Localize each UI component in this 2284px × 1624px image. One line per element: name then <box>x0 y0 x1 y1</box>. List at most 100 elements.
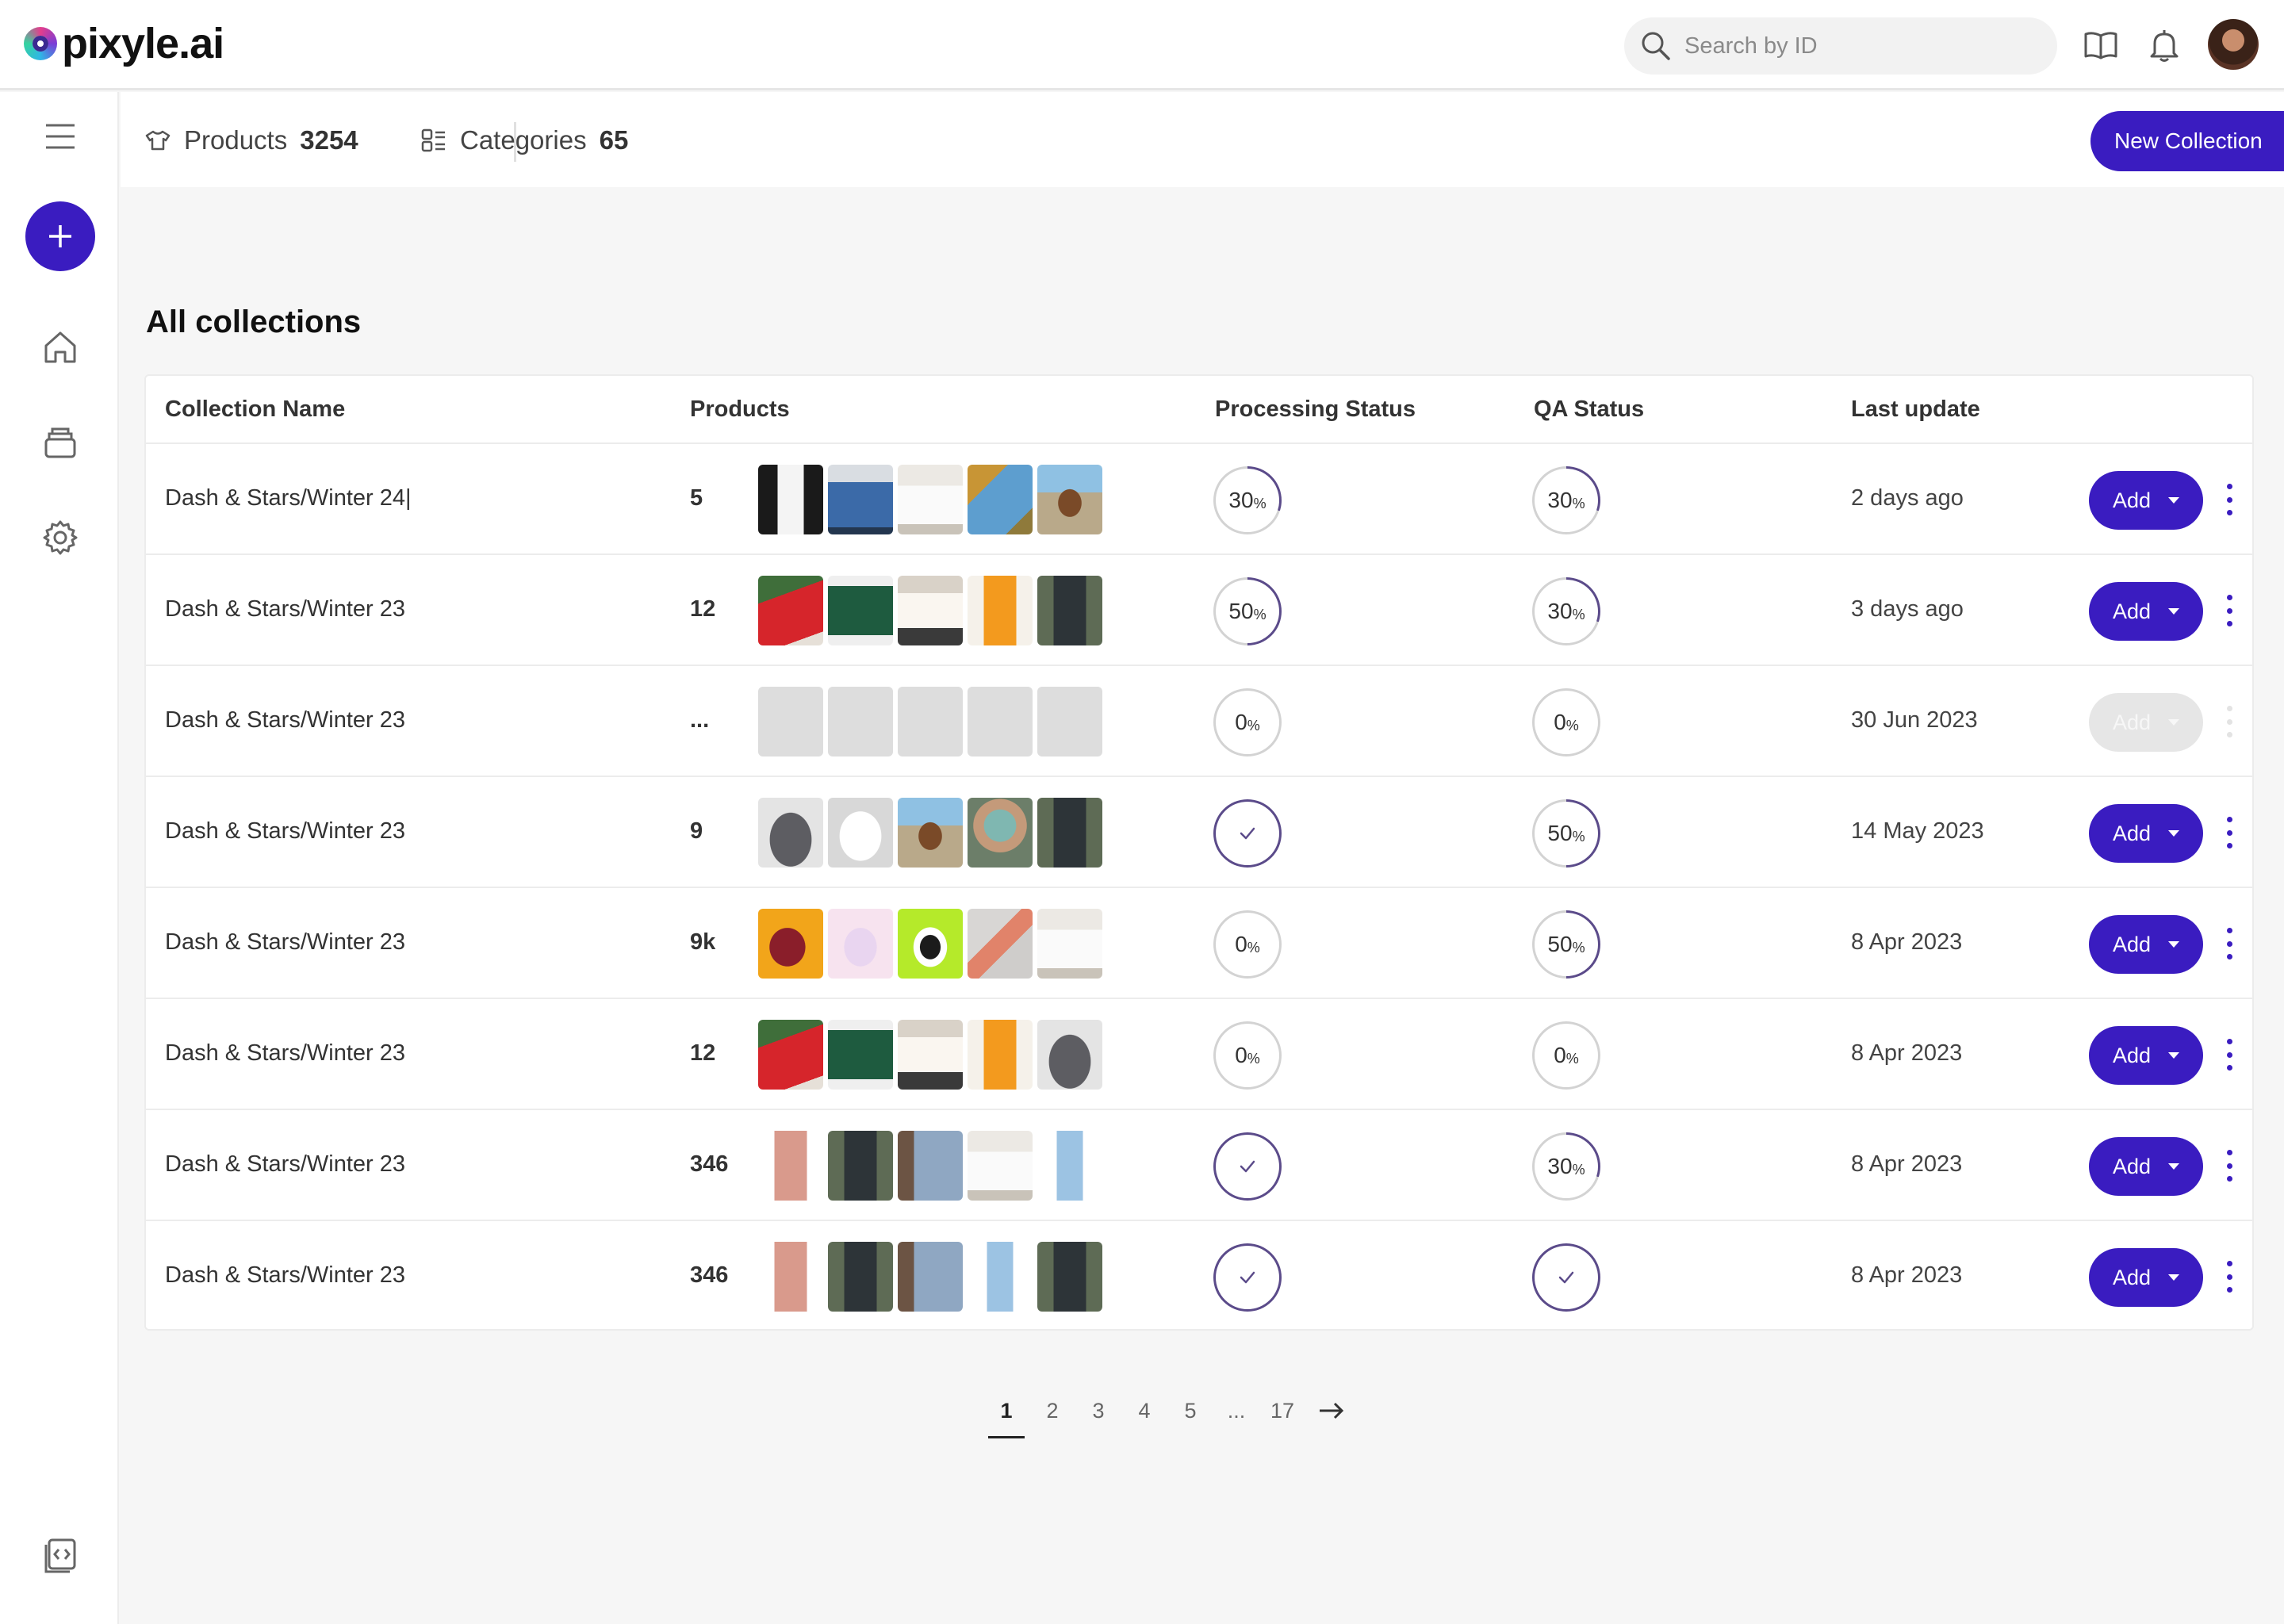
collection-name[interactable]: Dash & Stars/Winter 23 <box>165 929 405 956</box>
product-thumbnail[interactable] <box>968 576 1033 645</box>
collection-name[interactable]: Dash & Stars/Winter 23 <box>165 707 405 733</box>
more-options-icon[interactable] <box>2217 928 2241 959</box>
new-collection-button[interactable]: New Collection <box>2090 111 2284 171</box>
next-page-arrow-icon[interactable] <box>1309 1394 1355 1438</box>
hamburger-menu-icon[interactable] <box>40 116 81 157</box>
product-thumbnail[interactable] <box>828 1131 893 1201</box>
product-thumbnail[interactable] <box>898 1020 963 1090</box>
add-button[interactable]: Add <box>2089 582 2203 641</box>
product-thumbnail[interactable] <box>968 1242 1033 1312</box>
table-row[interactable]: Dash & Stars/Winter 23 12 50% 30% 3 days ago… <box>146 555 2252 666</box>
page-link[interactable]: 4 <box>1121 1394 1167 1438</box>
product-thumbnail[interactable] <box>898 576 963 645</box>
collection-name[interactable]: Dash & Stars/Winter 23 <box>165 596 405 622</box>
product-thumbnail[interactable] <box>1037 909 1102 979</box>
more-options-icon[interactable] <box>2217 484 2241 515</box>
product-thumbnail[interactable] <box>1037 576 1102 645</box>
complete-status <box>1216 1246 1279 1309</box>
product-thumbnail[interactable] <box>758 1131 823 1201</box>
product-thumbnail[interactable] <box>968 909 1033 979</box>
table-row[interactable]: Dash & Stars/Winter 23 9k 0% 50% 8 Apr 2023 A… <box>146 888 2252 999</box>
product-thumbnail[interactable] <box>828 909 893 979</box>
product-thumbnail[interactable] <box>898 798 963 868</box>
product-thumbnail[interactable] <box>828 576 893 645</box>
add-button[interactable]: Add <box>2089 1248 2203 1307</box>
thumbnail-placeholder <box>898 687 963 756</box>
add-button[interactable]: Add <box>2089 1137 2203 1196</box>
more-options-icon[interactable] <box>2217 817 2241 848</box>
product-thumbnails <box>758 1020 1102 1090</box>
product-thumbnail[interactable] <box>758 1242 823 1312</box>
collection-name[interactable]: Dash & Stars/Winter 23 <box>165 1040 405 1067</box>
collection-name[interactable]: Dash & Stars/Winter 23 <box>165 1262 405 1289</box>
add-label: Add <box>2113 821 2152 845</box>
product-thumbnail[interactable] <box>898 1131 963 1201</box>
table-row[interactable]: Dash & Stars/Winter 23... 0% 0% 30 Jun 2023… <box>146 666 2252 777</box>
product-thumbnail[interactable] <box>898 465 963 534</box>
product-thumbnail[interactable] <box>1037 465 1102 534</box>
product-thumbnail[interactable] <box>1037 1242 1102 1312</box>
top-bar: pixyle.ai <box>0 0 2284 90</box>
progress-value: 0% <box>1535 1024 1598 1087</box>
product-thumbnail[interactable] <box>968 465 1033 534</box>
collection-name[interactable]: Dash & Stars/Winter 23 <box>165 818 405 845</box>
product-thumbnail[interactable] <box>898 1242 963 1312</box>
product-thumbnail[interactable] <box>828 465 893 534</box>
add-button[interactable]: Add <box>2089 915 2203 974</box>
product-thumbnail[interactable] <box>758 465 823 534</box>
product-thumbnail[interactable] <box>968 1020 1033 1090</box>
code-embed-icon[interactable] <box>40 1535 81 1576</box>
search-box[interactable] <box>1624 17 2057 75</box>
collection-name[interactable]: Dash & Stars/Winter 24| <box>165 485 412 511</box>
page-link[interactable]: 17 <box>1259 1394 1305 1438</box>
settings-gear-icon[interactable] <box>40 517 81 558</box>
more-options-icon[interactable] <box>2217 1261 2241 1293</box>
table-row[interactable]: Dash & Stars/Winter 23 12 0% 0% 8 Apr 2023 Ad… <box>146 999 2252 1110</box>
logo[interactable]: pixyle.ai <box>24 19 224 68</box>
home-icon[interactable] <box>40 327 81 368</box>
table-row[interactable]: Dash & Stars/Winter 23 9 50% 14 May 2023 Add <box>146 777 2252 888</box>
column-header[interactable]: Products <box>690 396 790 423</box>
column-header[interactable]: QA Status <box>1534 396 1644 423</box>
table-row[interactable]: Dash & Stars/Winter 23 346 30% 8 Apr 2023 Ad… <box>146 1110 2252 1221</box>
bell-icon[interactable] <box>2146 27 2182 63</box>
more-options-icon[interactable] <box>2217 1150 2241 1182</box>
product-thumbnail[interactable] <box>758 576 823 645</box>
product-thumbnail[interactable] <box>828 1020 893 1090</box>
search-input[interactable] <box>1684 33 2033 59</box>
product-thumbnails <box>758 1131 1102 1201</box>
column-header[interactable]: Collection Name <box>165 396 345 423</box>
product-thumbnail[interactable] <box>968 798 1033 868</box>
product-thumbnail[interactable] <box>898 909 963 979</box>
table-row[interactable]: Dash & Stars/Winter 24| 5 30% 30% 2 days ago… <box>146 444 2252 555</box>
book-icon[interactable] <box>2083 27 2119 63</box>
more-options-icon[interactable] <box>2217 595 2241 626</box>
archive-icon[interactable] <box>40 422 81 463</box>
product-thumbnail[interactable] <box>1037 798 1102 868</box>
page-link[interactable]: 3 <box>1075 1394 1121 1438</box>
product-thumbnail[interactable] <box>828 798 893 868</box>
last-update: 3 days ago <box>1851 596 1964 622</box>
product-thumbnail[interactable] <box>758 798 823 868</box>
product-thumbnail[interactable] <box>828 1242 893 1312</box>
collection-name[interactable]: Dash & Stars/Winter 23 <box>165 1151 405 1178</box>
product-thumbnail[interactable] <box>968 1131 1033 1201</box>
categories-stat[interactable]: Categories 65 <box>420 125 628 155</box>
column-header[interactable]: Processing Status <box>1215 396 1416 423</box>
product-thumbnail[interactable] <box>1037 1131 1102 1201</box>
add-button[interactable]: Add <box>2089 1026 2203 1085</box>
product-thumbnail[interactable] <box>758 909 823 979</box>
page-link[interactable]: 5 <box>1167 1394 1213 1438</box>
product-thumbnail[interactable] <box>1037 1020 1102 1090</box>
table-row[interactable]: Dash & Stars/Winter 23 346 8 Apr 2023 Add <box>146 1221 2252 1332</box>
product-thumbnail[interactable] <box>758 1020 823 1090</box>
page-link[interactable]: 1 <box>988 1394 1025 1438</box>
avatar[interactable] <box>2208 19 2259 70</box>
column-header[interactable]: Last update <box>1851 396 1980 423</box>
products-stat[interactable]: Products 3254 <box>144 125 358 155</box>
page-link[interactable]: 2 <box>1029 1394 1075 1438</box>
add-button[interactable]: Add <box>2089 471 2203 530</box>
create-button[interactable] <box>25 201 95 271</box>
more-options-icon[interactable] <box>2217 1039 2241 1071</box>
add-button[interactable]: Add <box>2089 804 2203 863</box>
